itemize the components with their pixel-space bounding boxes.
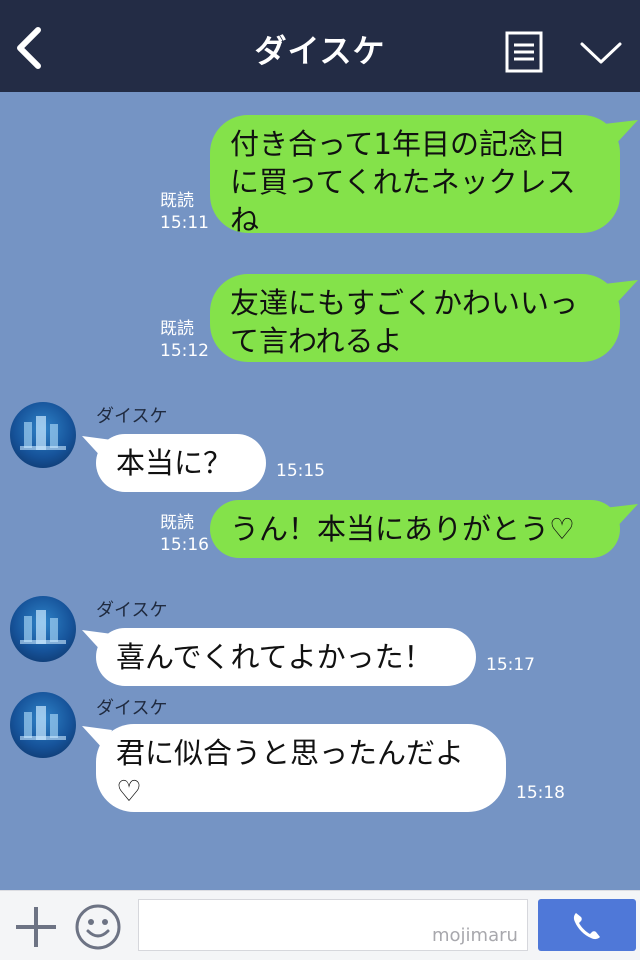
list-icon <box>505 31 543 73</box>
phone-icon <box>573 913 600 940</box>
message-time: 15:12 <box>160 341 209 361</box>
message-line: に買ってくれたネックレス <box>230 165 576 199</box>
call-button[interactable] <box>538 899 636 951</box>
avatar[interactable] <box>10 402 76 468</box>
bubble-tail <box>604 120 638 146</box>
sender-name: ダイスケ <box>96 698 168 719</box>
message-bubble-incoming[interactable]: 君に似合うと思ったんだよ ♡ <box>96 724 506 812</box>
message-bubble-incoming[interactable]: 喜んでくれてよかった！ <box>96 628 476 686</box>
message-meta: 既読 15:11 <box>160 190 209 234</box>
message-line: 付き合って1年目の記念日 <box>230 127 567 161</box>
message-line: ♡ <box>116 774 142 808</box>
message-time: 15:11 <box>160 213 209 233</box>
read-receipt: 既読 <box>160 191 194 211</box>
message-time: 15:15 <box>276 461 325 481</box>
message-line: て言われるよ <box>230 324 403 358</box>
sender-name: ダイスケ <box>96 600 168 621</box>
bubble-tail <box>604 504 638 530</box>
avatar-image <box>20 416 66 450</box>
chevron-down-icon <box>580 42 622 64</box>
message-line: ね <box>230 203 260 237</box>
message-time: 15:18 <box>516 783 565 803</box>
smiley-icon <box>75 904 121 950</box>
read-receipt: 既読 <box>160 319 194 339</box>
bubble-tail <box>604 280 638 306</box>
message-line: 君に似合うと思ったんだよ <box>116 736 465 770</box>
message-bubble-outgoing[interactable]: うん！本当にありがとう♡ <box>210 500 620 558</box>
message-meta: 既読 15:16 <box>160 512 209 556</box>
avatar-image <box>20 706 66 740</box>
avatar[interactable] <box>10 596 76 662</box>
sender-name: ダイスケ <box>96 406 168 427</box>
chat-header: ダイスケ <box>0 0 640 92</box>
message-line: 友達にもすごくかわいいっ <box>230 286 579 320</box>
read-receipt: 既読 <box>160 513 194 533</box>
avatar-image <box>20 610 66 644</box>
message-input-bar: mojimaru <box>0 890 640 960</box>
avatar[interactable] <box>10 692 76 758</box>
message-line: 喜んでくれてよかった！ <box>116 640 433 674</box>
plus-icon <box>16 907 56 947</box>
message-bubble-outgoing[interactable]: 友達にもすごくかわいいっ て言われるよ <box>210 274 620 362</box>
chat-area[interactable]: 既読 15:11 付き合って1年目の記念日 に買ってくれたネックレス ね 既読 … <box>0 92 640 890</box>
message-time: 15:16 <box>160 535 209 555</box>
watermark-text: mojimaru <box>432 925 518 946</box>
menu-button[interactable] <box>504 30 544 74</box>
message-line: 本当に？ <box>116 446 233 480</box>
message-line: うん！本当にありがとう♡ <box>230 512 575 546</box>
message-time: 15:17 <box>486 655 535 675</box>
emoji-button[interactable] <box>74 903 122 951</box>
add-button[interactable] <box>14 905 58 949</box>
message-bubble-incoming[interactable]: 本当に？ <box>96 434 266 492</box>
message-meta: 既読 15:12 <box>160 318 209 362</box>
chat-title: ダイスケ <box>254 32 386 70</box>
message-bubble-outgoing[interactable]: 付き合って1年目の記念日 に買ってくれたネックレス ね <box>210 115 620 237</box>
collapse-button[interactable] <box>578 36 624 70</box>
